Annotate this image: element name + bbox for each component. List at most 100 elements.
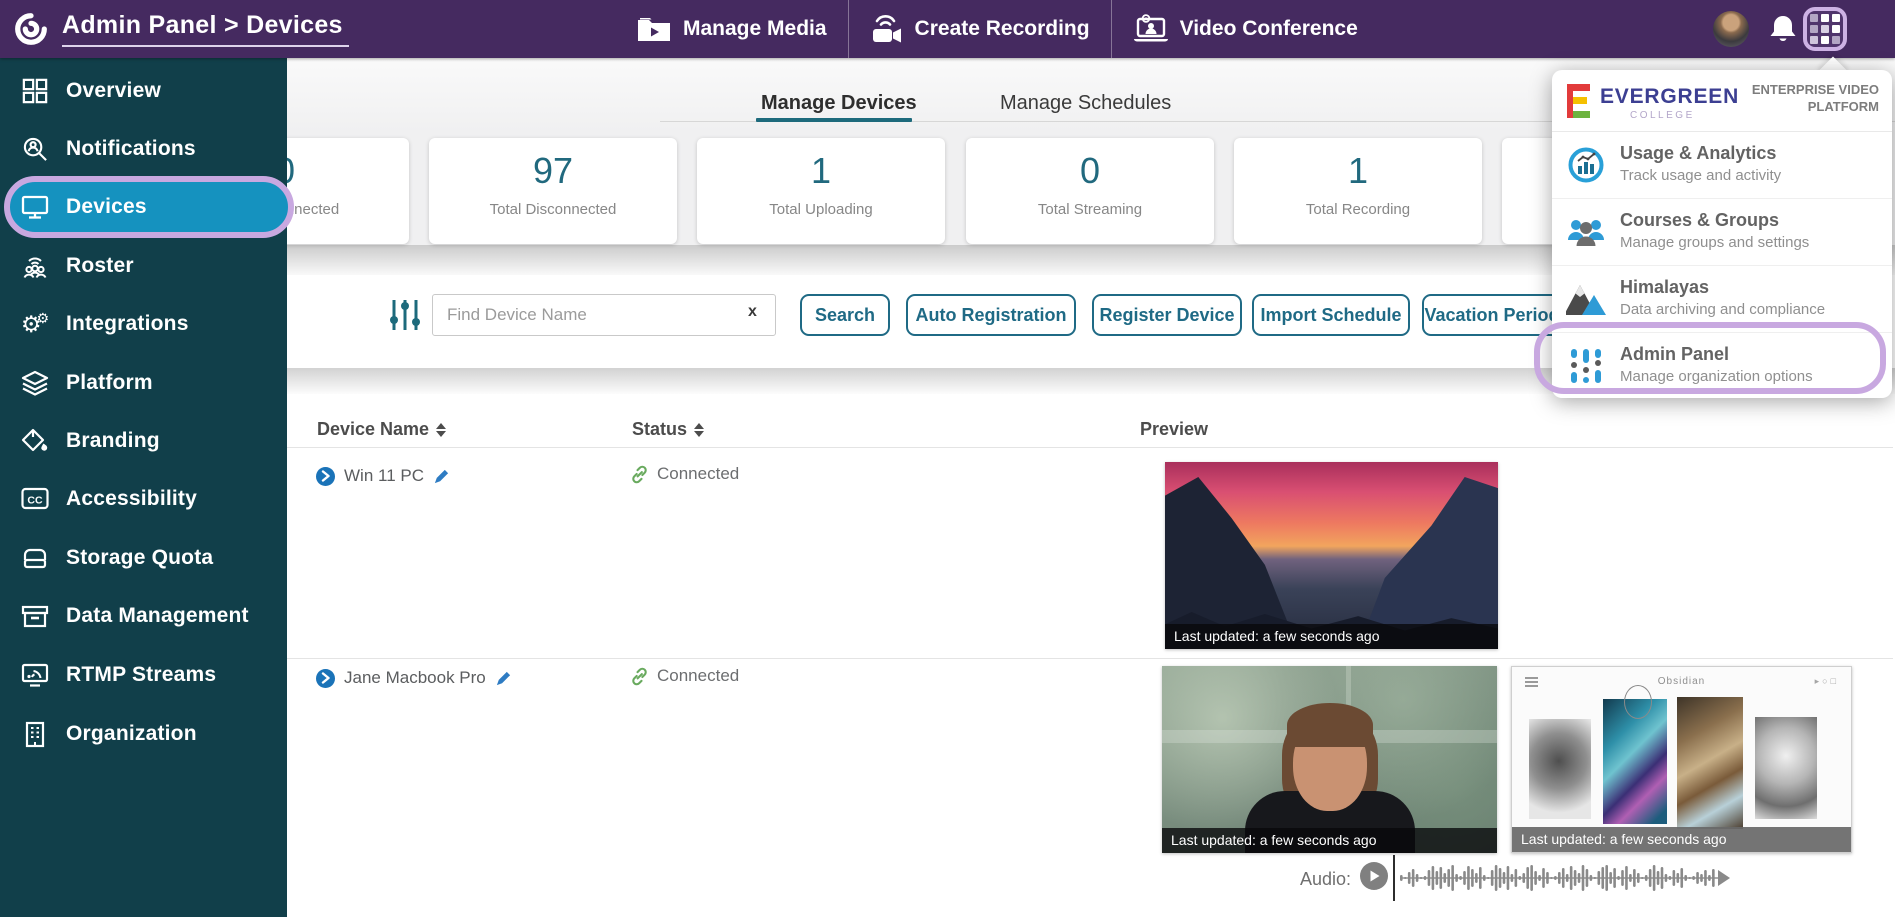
mountain-icon xyxy=(1566,279,1606,319)
sidebar-item-storage-quota[interactable]: Storage Quota xyxy=(0,533,287,583)
expand-chevron-icon[interactable] xyxy=(316,466,335,486)
bell-icon xyxy=(1770,16,1796,41)
create-recording-button[interactable]: Create Recording xyxy=(849,0,1111,58)
tab-manage-devices[interactable]: Manage Devices xyxy=(761,92,917,115)
tab-manage-schedules[interactable]: Manage Schedules xyxy=(1000,92,1171,115)
clear-search-icon[interactable]: x xyxy=(748,303,757,321)
menu-item-description: Track usage and activity xyxy=(1620,167,1782,184)
breadcrumb[interactable]: Admin Panel > Devices xyxy=(62,11,349,47)
screen-circle-decoration xyxy=(1624,685,1652,719)
action-label: Video Conference xyxy=(1179,17,1358,40)
user-avatar[interactable] xyxy=(1713,11,1749,47)
menu-item-title: Courses & Groups xyxy=(1620,210,1780,230)
device-status: Connected xyxy=(630,464,739,484)
table-row-device-name[interactable]: Win 11 PC xyxy=(316,466,450,486)
sidebar-item-accessibility[interactable]: CC Accessibility xyxy=(0,474,287,524)
sidebar-item-devices[interactable]: Devices xyxy=(0,182,287,232)
device-webcam-preview[interactable]: Last updated: a few seconds ago xyxy=(1162,666,1497,853)
sidebar-item-rtmp-streams[interactable]: RTMP Streams xyxy=(0,650,287,700)
column-header-status[interactable]: Status xyxy=(632,419,705,440)
edit-pencil-icon[interactable] xyxy=(495,670,512,687)
menu-item-title: Himalayas xyxy=(1620,277,1710,297)
device-name: Jane Macbook Pro xyxy=(344,668,486,687)
stat-value: 0 xyxy=(1079,150,1101,191)
action-label: Manage Media xyxy=(683,17,827,40)
import-schedule-button[interactable]: Import Schedule xyxy=(1252,294,1410,336)
edit-pencil-icon[interactable] xyxy=(433,468,450,485)
sidebar-item-data-management[interactable]: Data Management xyxy=(0,591,287,641)
sidebar: Overview Notifications Devices Roster ⚙ ⚙… xyxy=(0,58,294,917)
sidebar-label: Organization xyxy=(66,722,197,745)
folder-media-icon xyxy=(638,18,670,41)
apps-grid-button[interactable] xyxy=(1803,7,1847,51)
sidebar-label: Accessibility xyxy=(66,487,197,510)
person-search-icon xyxy=(18,132,52,166)
sidebar-item-integrations[interactable]: ⚙ ⚙ Integrations xyxy=(0,299,287,349)
sidebar-label: Notifications xyxy=(66,137,196,160)
audio-playhead[interactable] xyxy=(1393,855,1395,901)
menu-item-admin-panel[interactable]: Admin Panel Manage organization options xyxy=(1552,333,1892,399)
app-logo-swirl-icon[interactable] xyxy=(12,10,50,48)
overview-grid-icon xyxy=(18,74,52,108)
filter-sliders-icon[interactable] xyxy=(388,296,422,334)
sidebar-label: Overview xyxy=(66,79,161,102)
stat-value: 1 xyxy=(1347,150,1369,191)
table-row-device-name[interactable]: Jane Macbook Pro xyxy=(316,668,512,688)
sidebar-item-platform[interactable]: Platform xyxy=(0,358,287,408)
apps-dropdown-menu: EVERGREEN COLLEGE ENTERPRISE VIDEO PLATF… xyxy=(1552,70,1892,398)
expand-chevron-icon[interactable] xyxy=(316,668,335,688)
stat-value: 97 xyxy=(532,150,574,191)
column-header-device-name[interactable]: Device Name xyxy=(317,419,447,440)
roster-people-icon xyxy=(18,249,52,283)
active-tab-underline xyxy=(756,118,912,122)
menu-item-description: Manage organization options xyxy=(1620,368,1813,385)
stat-label: Total Recording xyxy=(1305,201,1411,218)
table-divider xyxy=(287,447,1893,448)
video-conference-icon xyxy=(1133,14,1168,42)
menu-item-courses-groups[interactable]: Courses & Groups Manage groups and setti… xyxy=(1552,199,1892,266)
sidebar-label: Branding xyxy=(66,429,160,452)
link-connected-icon xyxy=(632,465,647,483)
device-screenshare-preview[interactable]: Obsidian ▸○□ Last updated: a few seconds… xyxy=(1511,666,1852,853)
sidebar-label: Data Management xyxy=(66,604,249,627)
sort-icon[interactable] xyxy=(436,422,447,437)
manage-media-button[interactable]: Manage Media xyxy=(615,0,848,58)
paint-bucket-icon xyxy=(18,424,52,458)
audio-play-button[interactable] xyxy=(1360,862,1388,890)
search-button[interactable]: Search xyxy=(800,294,890,336)
menu-item-title: Admin Panel xyxy=(1620,344,1730,364)
device-search-input[interactable] xyxy=(432,294,776,336)
svg-text:CC: CC xyxy=(27,495,43,507)
sidebar-item-notifications[interactable]: Notifications xyxy=(0,124,287,174)
tagline-line: ENTERPRISE VIDEO xyxy=(1751,82,1879,97)
audio-waveform[interactable] xyxy=(1400,862,1732,894)
sidebar-label: Storage Quota xyxy=(66,546,214,569)
sidebar-item-branding[interactable]: Branding xyxy=(0,416,287,466)
video-conference-button[interactable]: Video Conference xyxy=(1112,0,1379,58)
device-preview-screenshot[interactable]: Last updated: a few seconds ago xyxy=(1165,462,1498,649)
status-text: Connected xyxy=(657,464,740,483)
sidebar-label: Roster xyxy=(66,254,134,277)
gears-icon: ⚙ ⚙ xyxy=(20,310,50,337)
register-device-button[interactable]: Register Device xyxy=(1092,294,1242,336)
top-navigation-bar: Admin Panel > Devices Manage Media Creat… xyxy=(0,0,1895,58)
action-label: Create Recording xyxy=(914,17,1090,40)
tagline-line: PLATFORM xyxy=(1807,99,1879,114)
closed-captions-icon: CC xyxy=(18,482,52,516)
screen-image-3 xyxy=(1677,697,1743,829)
sidebar-item-organization[interactable]: Organization xyxy=(0,709,287,759)
sidebar-item-overview[interactable]: Overview xyxy=(0,66,287,116)
org-subtitle: COLLEGE xyxy=(1630,110,1695,121)
screen-image-4 xyxy=(1755,717,1817,819)
platform-tagline: ENTERPRISE VIDEO PLATFORM xyxy=(1752,81,1879,115)
column-label: Status xyxy=(632,419,688,439)
sort-icon[interactable] xyxy=(694,422,705,437)
menu-item-usage-analytics[interactable]: Usage & Analytics Track usage and activi… xyxy=(1552,132,1892,199)
device-name: Win 11 PC xyxy=(344,466,424,485)
notifications-bell-button[interactable] xyxy=(1768,13,1800,45)
vacation-periods-button[interactable]: Vacation Periods xyxy=(1422,294,1572,336)
auto-registration-button[interactable]: Auto Registration xyxy=(906,294,1076,336)
menu-item-description: Data archiving and compliance xyxy=(1620,301,1826,318)
menu-item-himalayas[interactable]: Himalayas Data archiving and compliance xyxy=(1552,266,1892,333)
sidebar-item-roster[interactable]: Roster xyxy=(0,241,287,291)
